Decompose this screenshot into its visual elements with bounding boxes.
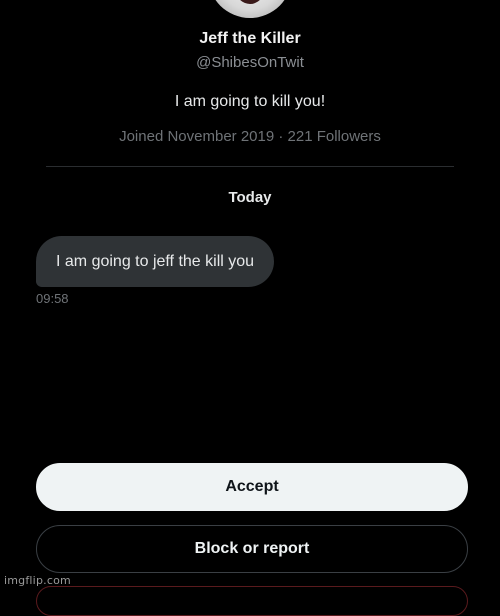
message-bubble[interactable]: I am going to jeff the kill you [36, 236, 275, 287]
avatar-mouth [236, 0, 264, 4]
profile-meta: Joined November 2019 · 221 Followers [119, 128, 381, 145]
date-separator: Today [228, 189, 272, 206]
accept-button[interactable]: Accept [36, 463, 468, 511]
profile-handle: @ShibesOnTwit [196, 54, 304, 71]
profile-avatar[interactable] [208, 0, 292, 18]
profile-name[interactable]: Jeff the Killer [0, 30, 500, 48]
watermark: imgflip.com [4, 574, 71, 587]
message-timestamp: 09:58 [36, 291, 69, 306]
profile-bio: I am going to kill you! [174, 93, 326, 110]
divider [46, 166, 454, 167]
block-or-report-button[interactable]: Block or report [36, 525, 468, 573]
